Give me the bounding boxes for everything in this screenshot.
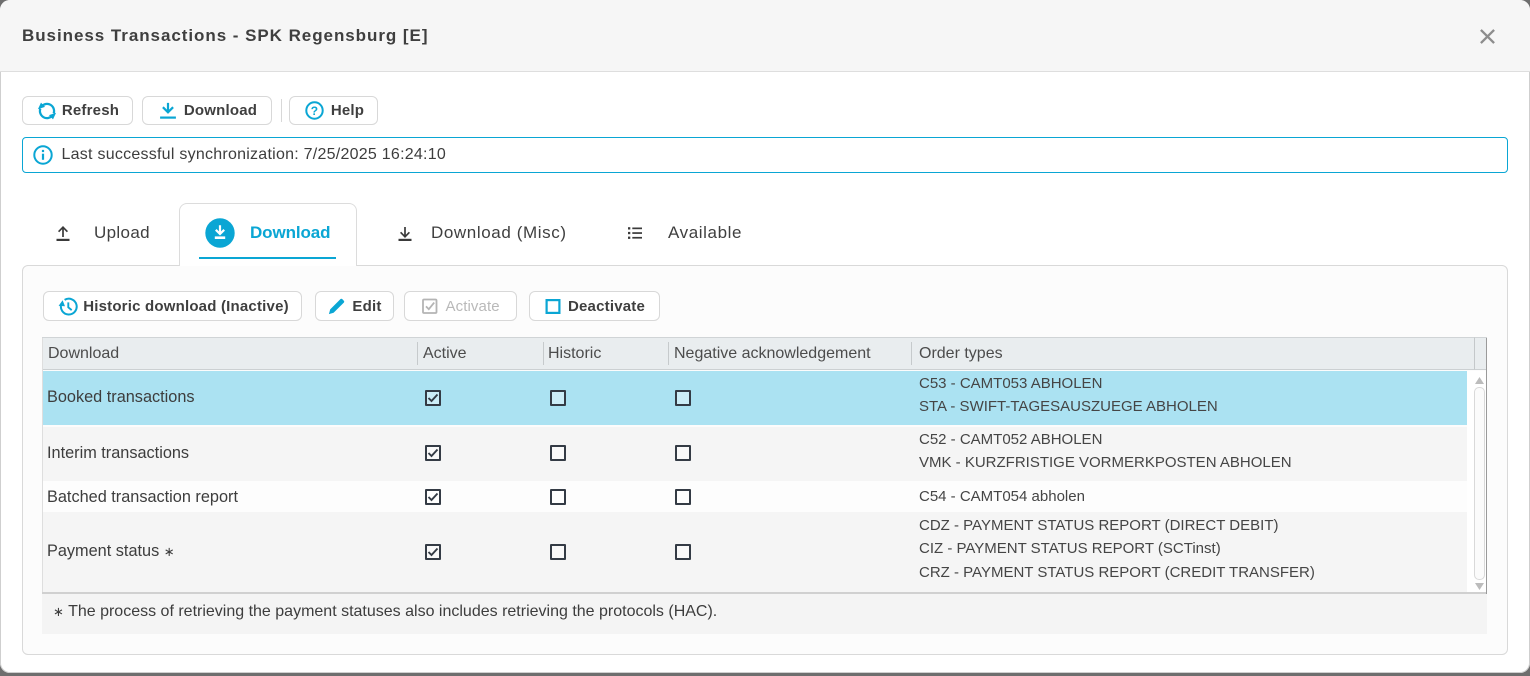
svg-text:?: ?: [311, 104, 319, 118]
